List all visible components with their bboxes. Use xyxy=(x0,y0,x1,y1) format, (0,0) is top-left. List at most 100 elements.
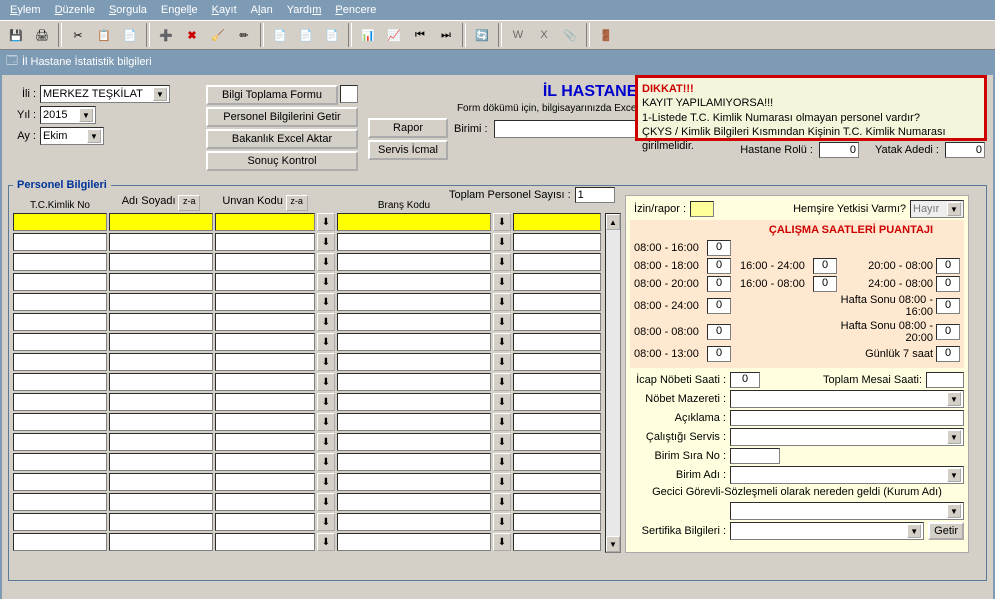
tc-cell[interactable] xyxy=(13,533,107,551)
tc-cell[interactable] xyxy=(13,273,107,291)
menu-sorgula[interactable]: Sorgula xyxy=(103,2,153,18)
download-icon[interactable]: ⬇ xyxy=(493,453,511,471)
brans-cell[interactable] xyxy=(337,393,491,411)
tc-cell[interactable] xyxy=(13,413,107,431)
chevron-down-icon[interactable]: ▼ xyxy=(153,87,167,101)
menu-engelle[interactable]: Engelle xyxy=(155,2,204,18)
download-icon[interactable]: ⬇ xyxy=(493,353,511,371)
unvan-cell[interactable] xyxy=(215,433,315,451)
chevron-down-icon[interactable]: ▼ xyxy=(947,504,961,518)
chevron-down-icon[interactable]: ▼ xyxy=(947,430,961,444)
shift-input[interactable]: 0 xyxy=(707,258,731,274)
download-icon[interactable]: ⬇ xyxy=(493,233,511,251)
extra-cell[interactable] xyxy=(513,233,601,251)
brans-cell[interactable] xyxy=(337,293,491,311)
clear-icon[interactable]: 🧹 xyxy=(206,23,230,47)
extra-cell[interactable] xyxy=(513,213,601,231)
nobet-mazereti-combo[interactable]: ▼ xyxy=(730,390,964,408)
extra-cell[interactable] xyxy=(513,313,601,331)
rapor-button[interactable]: Rapor xyxy=(368,118,448,138)
unvan-cell[interactable] xyxy=(215,293,315,311)
download-icon[interactable]: ⬇ xyxy=(493,473,511,491)
doc2-icon[interactable]: 📄 xyxy=(294,23,318,47)
download-icon[interactable]: ⬇ xyxy=(317,513,335,531)
tc-cell[interactable] xyxy=(13,373,107,391)
scroll-down-icon[interactable]: ▼ xyxy=(606,536,620,552)
download-icon[interactable]: ⬇ xyxy=(317,453,335,471)
hemsire-combo[interactable]: Hayır ▼ xyxy=(910,200,964,218)
izin-rapor-input[interactable] xyxy=(690,201,714,217)
birim-sira-input[interactable] xyxy=(730,448,780,464)
ad-cell[interactable] xyxy=(109,473,213,491)
ad-cell[interactable] xyxy=(109,213,213,231)
shift-input[interactable]: 0 xyxy=(936,276,960,292)
exit-icon[interactable]: 🚪 xyxy=(594,23,618,47)
download-icon[interactable]: ⬇ xyxy=(493,513,511,531)
ad-cell[interactable] xyxy=(109,253,213,271)
doc1-icon[interactable]: 📄 xyxy=(268,23,292,47)
tc-cell[interactable] xyxy=(13,493,107,511)
unvan-cell[interactable] xyxy=(215,313,315,331)
unvan-cell[interactable] xyxy=(215,453,315,471)
add-icon[interactable]: ➕ xyxy=(154,23,178,47)
download-icon[interactable]: ⬇ xyxy=(317,373,335,391)
unvan-cell[interactable] xyxy=(215,273,315,291)
copy-icon[interactable]: 📋 xyxy=(92,23,116,47)
shift-input[interactable]: 0 xyxy=(707,346,731,362)
last-icon[interactable]: ⏭ xyxy=(434,23,458,47)
unvan-cell[interactable] xyxy=(215,513,315,531)
brans-cell[interactable] xyxy=(337,313,491,331)
attach-icon[interactable]: 📎 xyxy=(558,23,582,47)
download-icon[interactable]: ⬇ xyxy=(317,293,335,311)
sort-unvan-button[interactable]: z-a xyxy=(286,195,308,211)
ad-cell[interactable] xyxy=(109,413,213,431)
tc-cell[interactable] xyxy=(13,313,107,331)
save-icon[interactable]: 💾 xyxy=(4,23,28,47)
download-icon[interactable]: ⬇ xyxy=(493,533,511,551)
unvan-cell[interactable] xyxy=(215,393,315,411)
shift-input[interactable]: 0 xyxy=(813,258,837,274)
sort-ad-button[interactable]: z-a xyxy=(178,195,200,211)
chevron-down-icon[interactable]: ▼ xyxy=(79,108,93,122)
scroll-up-icon[interactable]: ▲ xyxy=(606,214,620,230)
paste-icon[interactable]: 📄 xyxy=(118,23,142,47)
shift-input[interactable]: 0 xyxy=(813,276,837,292)
extra-cell[interactable] xyxy=(513,353,601,371)
download-icon[interactable]: ⬇ xyxy=(317,313,335,331)
tc-cell[interactable] xyxy=(13,473,107,491)
unvan-cell[interactable] xyxy=(215,473,315,491)
ay-combo[interactable]: Ekim ▼ xyxy=(40,127,104,145)
ad-cell[interactable] xyxy=(109,393,213,411)
extra-cell[interactable] xyxy=(513,373,601,391)
extra-cell[interactable] xyxy=(513,273,601,291)
tc-cell[interactable] xyxy=(13,513,107,531)
sertifika-combo[interactable]: ▼ xyxy=(730,522,924,540)
ad-cell[interactable] xyxy=(109,333,213,351)
download-icon[interactable]: ⬇ xyxy=(317,353,335,371)
menu-eylem[interactable]: Eylem xyxy=(4,2,47,18)
edit-icon[interactable]: ✏ xyxy=(232,23,256,47)
brans-cell[interactable] xyxy=(337,233,491,251)
unvan-cell[interactable] xyxy=(215,213,315,231)
brans-cell[interactable] xyxy=(337,493,491,511)
yil-combo[interactable]: 2015 ▼ xyxy=(40,106,96,124)
extra-cell[interactable] xyxy=(513,413,601,431)
toplam-mesai-input[interactable] xyxy=(926,372,964,388)
shift-input[interactable]: 0 xyxy=(936,258,960,274)
ad-cell[interactable] xyxy=(109,233,213,251)
cut-icon[interactable]: ✂ xyxy=(66,23,90,47)
download-icon[interactable]: ⬇ xyxy=(493,393,511,411)
unvan-cell[interactable] xyxy=(215,353,315,371)
icap-nobeti-input[interactable]: 0 xyxy=(730,372,760,388)
shift-input[interactable]: 0 xyxy=(707,298,731,314)
menu-kayit[interactable]: Kayıt xyxy=(206,2,243,18)
tc-cell[interactable] xyxy=(13,233,107,251)
ad-cell[interactable] xyxy=(109,433,213,451)
chevron-down-icon[interactable]: ▼ xyxy=(947,202,961,216)
chevron-down-icon[interactable]: ▼ xyxy=(947,468,961,482)
extra-cell[interactable] xyxy=(513,293,601,311)
download-icon[interactable]: ⬇ xyxy=(317,393,335,411)
download-icon[interactable]: ⬇ xyxy=(493,253,511,271)
ad-cell[interactable] xyxy=(109,273,213,291)
brans-cell[interactable] xyxy=(337,353,491,371)
